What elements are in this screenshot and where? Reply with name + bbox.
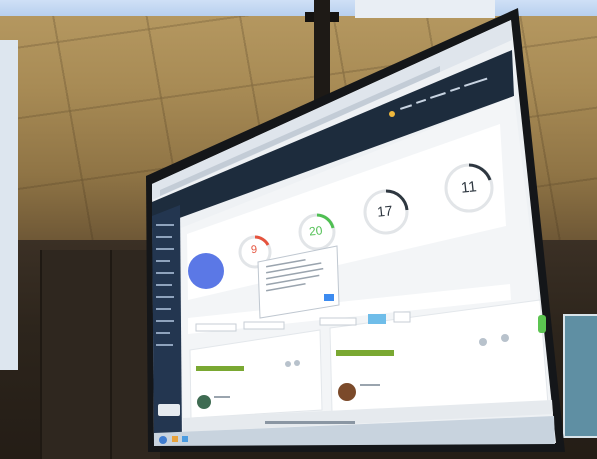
card-left-avatar [197, 395, 211, 409]
filter-select[interactable] [319, 317, 357, 326]
wall-monitor: 9 20 17 11 [0, 0, 597, 459]
card-right-title [336, 350, 394, 356]
user-avatar[interactable] [389, 111, 395, 117]
stat-value-4: 11 [460, 178, 478, 197]
search-button[interactable] [368, 314, 386, 324]
card-right-action-icon[interactable] [479, 338, 487, 346]
taskbar-folder-icon[interactable] [172, 436, 178, 442]
reset-button[interactable] [393, 311, 411, 323]
side-feedback-tab[interactable] [538, 315, 546, 333]
card-left-title [196, 366, 244, 371]
dialog-ok-button[interactable] [324, 294, 334, 301]
screen-ui [152, 20, 555, 446]
stat-value-1: 9 [250, 243, 258, 257]
date-range-input[interactable] [195, 323, 237, 332]
stat-value-3: 17 [376, 202, 394, 220]
footer-copyright [265, 421, 355, 424]
card-left-action-icon[interactable] [294, 360, 300, 366]
card-right-avatar [338, 383, 356, 401]
card-right-action-icon[interactable] [501, 334, 509, 342]
card-left-action-icon[interactable] [285, 361, 291, 367]
taskbar-browser-icon[interactable] [182, 436, 188, 442]
start-icon[interactable] [159, 436, 167, 444]
card-right-text [360, 384, 380, 386]
total-stat-circle [188, 253, 224, 289]
card-left-text [214, 396, 230, 398]
sidebar-collapse-button[interactable] [158, 404, 180, 416]
filter-select[interactable] [243, 321, 285, 330]
stat-value-2: 20 [308, 223, 324, 239]
